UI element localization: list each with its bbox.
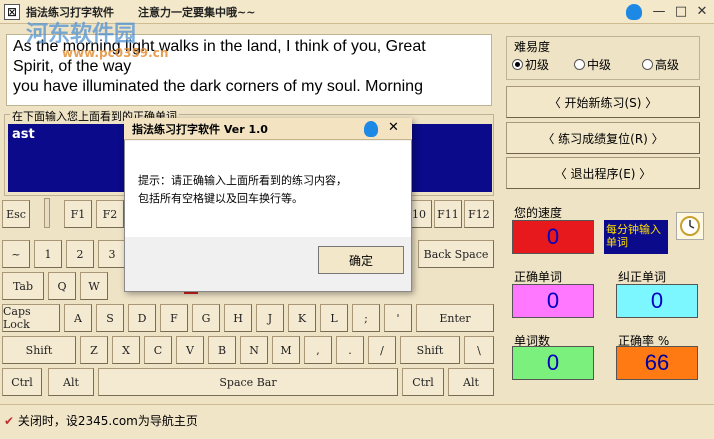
key-f12[interactable]: F12 <box>464 200 494 228</box>
key-esc[interactable]: Esc <box>2 200 30 228</box>
key-v[interactable]: V <box>176 336 204 364</box>
key-f11[interactable]: F11 <box>434 200 462 228</box>
key-s[interactable]: S <box>96 304 124 332</box>
key-f1[interactable]: F1 <box>64 200 92 228</box>
key-semicolon[interactable]: ; <box>352 304 380 332</box>
speed-value: 0 <box>512 220 594 254</box>
key-g[interactable]: G <box>192 304 220 332</box>
key-alt-right[interactable]: Alt <box>448 368 494 396</box>
difficulty-option-easy[interactable]: 初级 <box>512 56 549 73</box>
radio-icon <box>642 59 653 70</box>
dialog-title: 指法练习打字软件 Ver 1.0 <box>132 123 268 136</box>
speed-label: 您的速度 <box>514 206 563 220</box>
key-3[interactable]: 3 <box>98 240 126 268</box>
fixed-words-label: 纠正单词 <box>618 270 667 284</box>
ok-button[interactable]: 确定 <box>318 246 404 274</box>
correct-words-value: 0 <box>512 284 594 318</box>
fixed-words-value: 0 <box>616 284 698 318</box>
key-f2[interactable]: F2 <box>96 200 124 228</box>
reset-score-button[interactable]: 〈 练习成绩复位(R) 〉 <box>506 122 700 154</box>
minimize-button[interactable]: — <box>650 3 668 21</box>
dialog-close-button[interactable]: ✕ <box>388 120 399 135</box>
app-icon[interactable]: ⊠ <box>4 4 20 20</box>
dialog-message-line: 包括所有空格键以及回车换行等。 <box>138 192 303 205</box>
key-k[interactable]: K <box>288 304 316 332</box>
key-period[interactable]: . <box>336 336 364 364</box>
key-q[interactable]: Q <box>48 272 76 300</box>
key-backslash[interactable]: \ <box>464 336 494 364</box>
maximize-button[interactable]: □ <box>672 3 690 21</box>
correct-words-label: 正确单词 <box>514 270 563 284</box>
key-space[interactable]: Space Bar <box>98 368 398 396</box>
key-enter[interactable]: Enter <box>416 304 494 332</box>
key-quote[interactable]: ' <box>384 304 412 332</box>
key-tab[interactable]: Tab <box>2 272 44 300</box>
word-count-value: 0 <box>512 346 594 380</box>
clock-icon[interactable] <box>676 212 704 240</box>
accuracy-value: 66 <box>616 346 698 380</box>
difficulty-label: 难易度 <box>514 40 551 54</box>
key-ctrl-left[interactable]: Ctrl <box>2 368 42 396</box>
key-n[interactable]: N <box>240 336 268 364</box>
difficulty-option-medium[interactable]: 中级 <box>574 56 611 73</box>
watermark-logo: 河东软件园 <box>26 21 137 47</box>
practice-line: you have illuminated the dark corners of… <box>13 78 423 95</box>
key-h[interactable]: H <box>224 304 252 332</box>
watermark-url: www.pc0359.cn <box>62 46 169 60</box>
key-alt-left[interactable]: Alt <box>48 368 94 396</box>
practice-line: Spirit, of the way <box>13 58 132 75</box>
key-a[interactable]: A <box>64 304 92 332</box>
key-shift-right[interactable]: Shift <box>400 336 460 364</box>
key-2[interactable]: 2 <box>66 240 94 268</box>
key-1[interactable]: 1 <box>34 240 62 268</box>
key-l[interactable]: L <box>320 304 348 332</box>
key-slash[interactable]: / <box>368 336 396 364</box>
difficulty-option-hard[interactable]: 高级 <box>642 56 679 73</box>
dialog-body <box>125 141 411 237</box>
key-j[interactable]: J <box>256 304 284 332</box>
key-w[interactable]: W <box>80 272 108 300</box>
dialog-skin-icon <box>364 121 378 137</box>
exit-button[interactable]: 〈 退出程序(E) 〉 <box>506 157 700 189</box>
check-icon: ✔ <box>4 414 15 428</box>
key-b[interactable]: B <box>208 336 236 364</box>
key-c[interactable]: C <box>144 336 172 364</box>
key-tilde[interactable]: ~ <box>2 240 30 268</box>
close-button[interactable]: ✕ <box>693 3 711 21</box>
key-d[interactable]: D <box>128 304 156 332</box>
key-backspace[interactable]: Back Space <box>418 240 494 268</box>
key-z[interactable]: Z <box>80 336 108 364</box>
key-capslock[interactable]: Caps Lock <box>2 304 60 332</box>
key-divider <box>44 198 50 228</box>
status-text: 关闭时，设2345.com为导航主页 <box>17 414 198 428</box>
key-ctrl-right[interactable]: Ctrl <box>402 368 444 396</box>
radio-icon <box>574 59 585 70</box>
app-motto: 注意力一定要集中哦~~ <box>138 6 256 19</box>
key-x[interactable]: X <box>112 336 140 364</box>
key-f[interactable]: F <box>160 304 188 332</box>
key-comma[interactable]: , <box>304 336 332 364</box>
key-m[interactable]: M <box>272 336 300 364</box>
key-shift-left[interactable]: Shift <box>2 336 76 364</box>
clock-icon-graphic <box>680 216 700 236</box>
skin-icon[interactable] <box>626 4 642 20</box>
dialog-message-line: 提示：请正确输入上面所看到的练习内容， <box>138 174 347 187</box>
homepage-option[interactable]: ✔ 关闭时，设2345.com为导航主页 <box>4 412 198 429</box>
start-practice-button[interactable]: 〈 开始新练习(S) 〉 <box>506 86 700 118</box>
radio-icon <box>512 59 523 70</box>
speed-unit: 每分钟输入单词 <box>604 220 668 254</box>
